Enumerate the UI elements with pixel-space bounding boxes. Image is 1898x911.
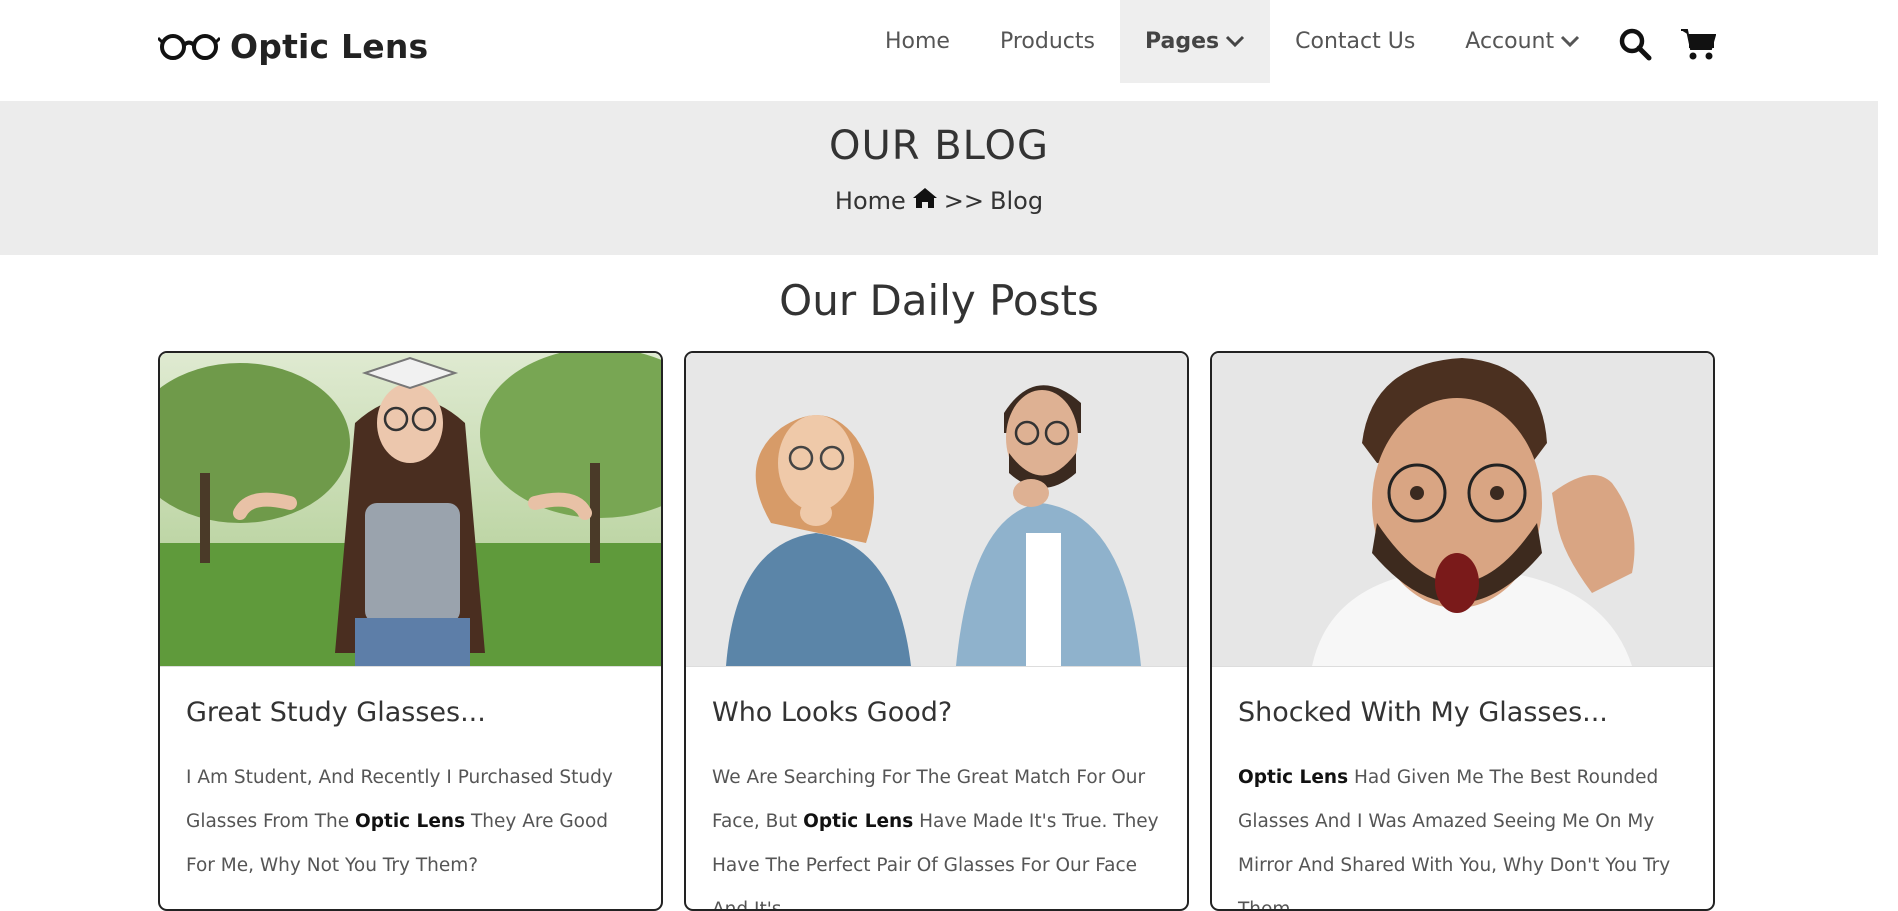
page: Optic Lens Home Products Pages Contact U… [0, 0, 1898, 911]
post-title[interactable]: Who Looks Good? [712, 697, 1163, 728]
brand-name: Optic Lens [230, 27, 429, 66]
chevron-down-icon [1560, 29, 1580, 54]
blog-post-list: Great Study Glasses... I Am Student, And… [158, 351, 1715, 911]
blog-post-card[interactable]: Great Study Glasses... I Am Student, And… [158, 351, 663, 911]
post-body: Shocked With My Glasses... Optic Lens Ha… [1212, 667, 1713, 911]
post-excerpt: Optic Lens Had Given Me The Best Rounded… [1238, 756, 1689, 911]
header-actions [1618, 27, 1717, 65]
breadcrumb: Home >> Blog [0, 187, 1878, 215]
section-title: Our Daily Posts [779, 276, 1099, 325]
post-excerpt: We Are Searching For The Great Match For… [712, 756, 1163, 909]
post-excerpt: I Am Student, And Recently I Purchased S… [186, 756, 637, 888]
breadcrumb-current: Blog [990, 187, 1044, 215]
post-body: Great Study Glasses... I Am Student, And… [160, 667, 661, 888]
nav-home[interactable]: Home [860, 0, 975, 83]
nav-account[interactable]: Account [1440, 0, 1605, 83]
search-icon[interactable] [1618, 27, 1652, 65]
page-title: OUR BLOG [828, 123, 1050, 169]
post-image-couple [686, 353, 1187, 667]
nav-account-label: Account [1465, 29, 1555, 54]
post-title[interactable]: Shocked With My Glasses... [1238, 697, 1689, 728]
brand-logo[interactable]: Optic Lens [156, 27, 429, 66]
site-header: Optic Lens Home Products Pages Contact U… [0, 0, 1878, 101]
post-title[interactable]: Great Study Glasses... [186, 697, 637, 728]
post-text: Had Given Me The Best Rounded Glasses An… [1238, 767, 1671, 911]
chevron-down-icon [1225, 29, 1245, 54]
nav-home-label: Home [885, 29, 950, 54]
post-body: Who Looks Good? We Are Searching For The… [686, 667, 1187, 909]
scrollbar[interactable] [1878, 0, 1898, 891]
post-brand-mention: Optic Lens [803, 811, 914, 832]
blog-post-card[interactable]: Shocked With My Glasses... Optic Lens Ha… [1210, 351, 1715, 911]
breadcrumb-separator: >> [943, 187, 985, 215]
breadcrumb-home[interactable]: Home [835, 187, 906, 215]
nav-pages-label: Pages [1144, 29, 1220, 54]
cart-icon[interactable] [1680, 27, 1717, 65]
nav-products-label: Products [999, 29, 1095, 54]
main-nav: Home Products Pages Contact Us Account [860, 0, 1605, 83]
nav-contact-us[interactable]: Contact Us [1270, 0, 1440, 83]
post-brand-mention: Optic Lens [355, 811, 466, 832]
post-brand-mention: Optic Lens [1238, 767, 1349, 788]
page-banner: OUR BLOG Home >> Blog [0, 101, 1878, 255]
post-image-shocked-man [1212, 353, 1713, 667]
glasses-icon [156, 30, 222, 64]
nav-products[interactable]: Products [975, 0, 1120, 83]
blog-post-card[interactable]: Who Looks Good? We Are Searching For The… [684, 351, 1189, 911]
home-icon[interactable] [912, 187, 938, 215]
nav-contact-label: Contact Us [1295, 29, 1416, 54]
nav-pages[interactable]: Pages [1119, 0, 1271, 83]
post-image-student [160, 353, 661, 667]
